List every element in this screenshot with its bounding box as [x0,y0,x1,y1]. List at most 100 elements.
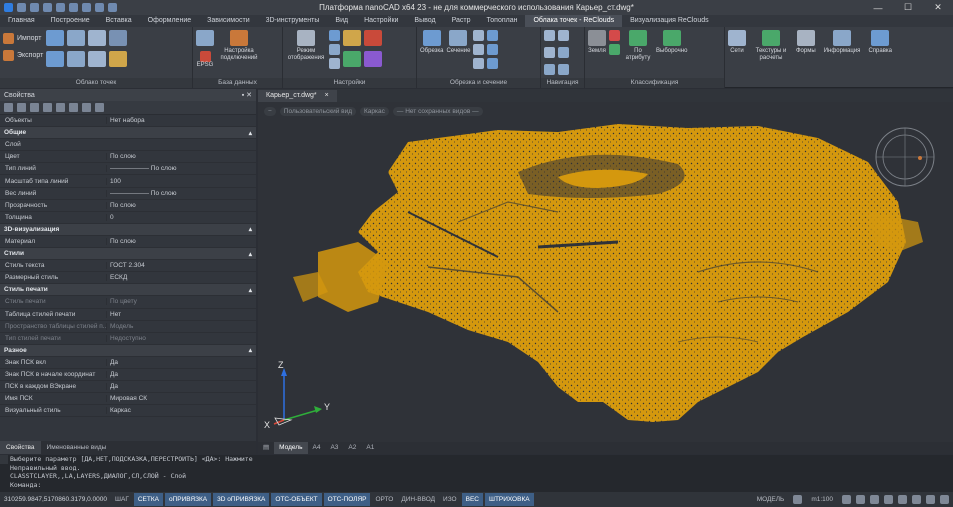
layout-tabs-nav-icon[interactable]: ▤ [258,442,274,454]
status-toggle-0[interactable]: ШАГ [111,493,133,506]
nav-fly-icon[interactable] [544,47,555,58]
status-toggle-7[interactable]: ДИН-ВВОД [397,493,439,506]
textures-button[interactable]: Текстуры и расчеты [754,30,788,62]
ribbon-tab-8[interactable]: Вывод [406,15,443,27]
document-tab[interactable]: Карьер_ст.dwg* × [258,89,337,102]
info-button[interactable]: Информация [824,30,860,55]
property-row[interactable]: Цвет По слою [0,151,256,164]
visual-style-button[interactable]: Каркас [360,107,389,116]
settings-gear-icon[interactable] [940,495,949,504]
ribbon-tab-12[interactable]: Визуализация ReClouds [622,15,717,27]
toggle-pickadd-icon[interactable] [43,103,52,112]
nav-pan-icon[interactable] [558,47,569,58]
fullscreen-icon[interactable] [884,495,893,504]
saved-views-button[interactable]: — Нет сохранных видов — [392,107,483,116]
property-value[interactable]: Мировая СК [106,395,256,403]
property-value[interactable]: По слою [106,201,256,209]
property-category[interactable]: Разное ▴ [0,344,256,357]
status-toggle-9[interactable]: ВЕС [461,493,483,506]
more-icon[interactable] [108,3,117,12]
property-row[interactable]: Знак ПСК в начале координат Да [0,369,256,382]
property-value[interactable]: По цвету [106,298,256,306]
collapse-arrow-icon[interactable]: ▴ [249,346,252,354]
maximize-button[interactable]: ☐ [893,0,923,15]
collapse-arrow-icon[interactable]: ▴ [249,286,252,294]
property-value[interactable]: —————— По слою [106,189,256,197]
property-category[interactable]: Общие ▴ [0,127,256,140]
nav-walk-icon[interactable] [544,30,555,41]
ribbon-tab-4[interactable]: Зависимости [199,15,257,27]
ribbon-tab-5[interactable]: 3D-инструменты [258,15,328,27]
annotation-scale[interactable]: m1:100 [807,493,837,506]
sort-icon[interactable] [56,103,65,112]
section-button[interactable]: Сечение [447,30,470,55]
property-row[interactable]: Толщина 0 [0,212,256,224]
property-row[interactable]: Объекты Нет набора [0,115,256,128]
property-row[interactable]: Стиль текста ГОСТ 2.304 [0,260,256,273]
property-value[interactable]: ЕСКД [106,274,256,282]
settings-small-icon-1[interactable] [329,30,340,41]
status-toggle-8[interactable]: ИЗО [439,493,461,506]
property-row[interactable]: Визуальный стиль Каркас [0,405,256,418]
import-button[interactable]: Импорт [3,33,43,44]
cloud-filter-icon[interactable] [88,51,107,67]
color-tree-icon-4[interactable] [364,51,382,67]
cloud-tool-icon[interactable] [46,30,65,46]
undo-icon[interactable] [82,3,91,12]
property-value[interactable]: Да [106,358,256,366]
quick-select-icon[interactable] [17,103,26,112]
property-value[interactable]: 100 [106,177,256,185]
document-tab-close-icon[interactable]: × [325,90,329,102]
classify-small-icon-2[interactable] [609,44,620,55]
status-toggle-2[interactable]: оПРИВЯЗКА [164,493,212,506]
property-row[interactable]: Пространство таблицы стилей п... Модель [0,321,256,333]
model-space-button[interactable]: МОДЕЛЬ [753,493,789,506]
crop-small-icon-5[interactable] [487,44,499,55]
app-logo-icon[interactable] [4,3,13,12]
expand-icon[interactable] [69,103,78,112]
property-value[interactable]: Модель [106,322,256,330]
property-value[interactable]: Да [106,383,256,391]
tab-a1[interactable]: A1 [361,442,379,454]
property-category[interactable]: Стили ▴ [0,248,256,261]
property-value[interactable]: Каркас [106,407,256,415]
settings-small-icon-2[interactable] [329,44,340,55]
minimize-button[interactable]: — [863,0,893,15]
crop-small-icon-4[interactable] [487,30,499,41]
zoom-icon[interactable] [856,495,865,504]
save-as-icon[interactable] [56,3,65,12]
settings-small-icon-3[interactable] [329,58,340,69]
nav-look-icon[interactable] [558,64,569,75]
properties-settings-icon[interactable] [95,103,104,112]
ribbon-tab-7[interactable]: Настройки [356,15,406,27]
property-row[interactable]: Прозрачность По слою [0,200,256,212]
save-icon[interactable] [43,3,52,12]
forms-button[interactable]: Формы [796,30,816,55]
ribbon-tab-1[interactable]: Построение [43,15,98,27]
tab-a3[interactable]: A3 [325,442,343,454]
status-toggle-5[interactable]: ОТС-ПОЛЯР [323,493,371,506]
ground-button[interactable]: Земля [588,30,606,55]
ribbon-tab-11[interactable]: Облака точек - ReClouds [525,15,623,27]
lock-icon[interactable] [912,495,921,504]
classify-small-icon-1[interactable] [609,30,620,41]
collapse-icon[interactable] [82,103,91,112]
command-prompt[interactable]: Команда: [10,481,953,490]
property-value[interactable]: По слою [106,153,256,161]
ribbon-tab-10[interactable]: Топоплан [479,15,526,27]
viewport-icon[interactable] [793,495,803,504]
ribbon-tab-6[interactable]: Вид [327,15,356,27]
ribbon-tab-3[interactable]: Оформление [140,15,199,27]
database-cloud-icon[interactable] [196,30,214,46]
nav-zoom-icon[interactable] [544,64,555,75]
connection-settings-button[interactable]: Настройка подключений [217,30,261,62]
cloud-split-icon[interactable] [67,51,86,67]
property-value[interactable]: Недоступно [106,334,256,342]
status-toggle-6[interactable]: ОРТО [371,493,397,506]
pan-icon[interactable] [842,495,851,504]
collapse-arrow-icon[interactable]: ▴ [249,225,252,233]
property-row[interactable]: Знак ПСК вкл Да [0,357,256,369]
property-row[interactable]: Стиль печати По цвету [0,296,256,309]
cloud-transform-icon[interactable] [109,30,128,46]
tab-properties[interactable]: Свойства [0,441,41,454]
